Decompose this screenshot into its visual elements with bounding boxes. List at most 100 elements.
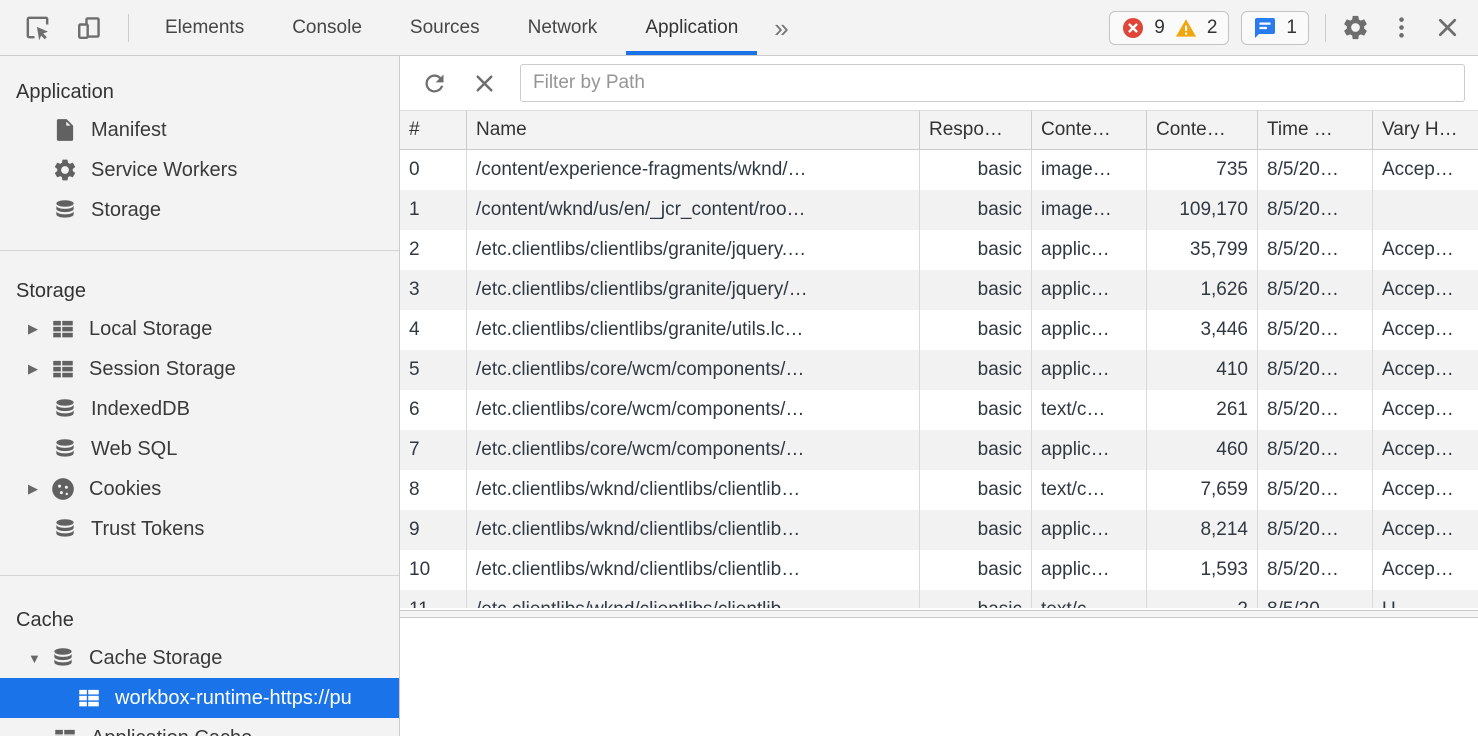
- cell-content-length: 735: [1147, 150, 1258, 190]
- cell-time-cached: 8/5/20…: [1258, 390, 1373, 430]
- sidebar-item-storage[interactable]: Storage: [0, 190, 399, 230]
- tab-console[interactable]: Console: [268, 0, 386, 55]
- sidebar-item-cache-storage[interactable]: ▼ Cache Storage: [0, 638, 399, 678]
- cell-name: /etc.clientlibs/core/wcm/components/…: [467, 350, 920, 390]
- console-messages-badge[interactable]: 1: [1241, 11, 1309, 45]
- cell-content-type: applic…: [1032, 270, 1147, 310]
- table-row[interactable]: 9/etc.clientlibs/wknd/clientlibs/clientl…: [400, 510, 1478, 550]
- error-count: 9: [1154, 17, 1165, 39]
- cell-time-cached: 8/5/20…: [1258, 550, 1373, 590]
- column-header-response-type[interactable]: Respo…: [920, 111, 1032, 149]
- sidebar-section-cache: Cache▼Cache Storageworkbox-runtime-https…: [0, 576, 399, 736]
- settings-gear-icon[interactable]: [1338, 11, 1372, 45]
- cell-content-type: applic…: [1032, 550, 1147, 590]
- sidebar-item-local-storage[interactable]: ▶Local Storage: [0, 309, 399, 349]
- sidebar-item-label: Service Workers: [91, 159, 237, 182]
- cell-index: 8: [400, 470, 467, 510]
- column-header-index[interactable]: #: [400, 111, 467, 149]
- table-row[interactable]: 4/etc.clientlibs/clientlibs/granite/util…: [400, 310, 1478, 350]
- column-header-content-type[interactable]: Conte…: [1032, 111, 1147, 149]
- sidebar-item-manifest[interactable]: Manifest: [0, 110, 399, 150]
- preview-pane: [400, 618, 1478, 736]
- sidebar: ApplicationManifest Service Workers Storag…: [0, 56, 400, 736]
- sidebar-item-session-storage[interactable]: ▶Session Storage: [0, 349, 399, 389]
- table-row[interactable]: 10/etc.clientlibs/wknd/clientlibs/client…: [400, 550, 1478, 590]
- sidebar-item-label: Storage: [91, 199, 161, 222]
- issues-badge[interactable]: 9 2: [1109, 11, 1229, 45]
- cell-time-cached: 8/5/20…: [1258, 350, 1373, 390]
- cell-index: 3: [400, 270, 467, 310]
- tab-sources[interactable]: Sources: [386, 0, 504, 55]
- cookie-icon: [50, 476, 76, 502]
- sidebar-item-workbox-runtime-https-pu[interactable]: workbox-runtime-https://pu: [0, 678, 399, 718]
- more-tabs-button[interactable]: »: [762, 0, 800, 56]
- sidebar-item-application-cache[interactable]: Application Cache: [0, 718, 399, 736]
- cell-response-type: basic: [920, 350, 1032, 390]
- table-row[interactable]: 7/etc.clientlibs/core/wcm/components/…ba…: [400, 430, 1478, 470]
- cell-content-length: 261: [1147, 390, 1258, 430]
- cell-name: /etc.clientlibs/core/wcm/components/…: [467, 430, 920, 470]
- close-devtools-icon[interactable]: [1430, 11, 1464, 45]
- cell-content-type: applic…: [1032, 430, 1147, 470]
- grid-header: #NameRespo…Conte…Conte…Time …Vary H…: [400, 110, 1478, 150]
- cell-content-type: applic…: [1032, 350, 1147, 390]
- table-row[interactable]: 1/content/wknd/us/en/_jcr_content/roo…ba…: [400, 190, 1478, 230]
- chevron-down-icon[interactable]: ▼: [28, 651, 50, 666]
- chevron-right-icon[interactable]: ▶: [28, 361, 50, 377]
- cell-content-type: applic…: [1032, 230, 1147, 270]
- tab-network[interactable]: Network: [504, 0, 622, 55]
- cell-index: 1: [400, 190, 467, 230]
- table-row[interactable]: 6/etc.clientlibs/core/wcm/components/…ba…: [400, 390, 1478, 430]
- cell-index: 4: [400, 310, 467, 350]
- cell-content-length: 2: [1147, 590, 1258, 608]
- cell-response-type: basic: [920, 590, 1032, 608]
- sidebar-item-web-sql[interactable]: Web SQL: [0, 429, 399, 469]
- table-row[interactable]: 11/etc.clientlibs/wknd/clientlibs/client…: [400, 590, 1478, 608]
- tab-strip: ElementsConsoleSourcesNetworkApplication: [141, 0, 762, 55]
- sidebar-item-label: Application Cache: [91, 727, 252, 736]
- database-icon: [50, 645, 76, 671]
- cell-content-length: 35,799: [1147, 230, 1258, 270]
- tab-elements[interactable]: Elements: [141, 0, 268, 55]
- section-title: Application: [0, 74, 399, 110]
- cell-content-length: 1,626: [1147, 270, 1258, 310]
- sidebar-item-label: Cache Storage: [89, 647, 222, 670]
- cell-content-length: 3,446: [1147, 310, 1258, 350]
- tabbar-left-icons: [0, 11, 129, 45]
- sidebar-item-trust-tokens[interactable]: Trust Tokens: [0, 509, 399, 549]
- sidebar-item-service-workers[interactable]: Service Workers: [0, 150, 399, 190]
- sidebar-section-storage: Storage▶Local Storage▶Session StorageInd…: [0, 251, 399, 576]
- database-icon: [52, 516, 78, 542]
- chevron-right-icon[interactable]: ▶: [28, 321, 50, 337]
- column-header-name[interactable]: Name: [467, 111, 920, 149]
- sidebar-item-cookies[interactable]: ▶Cookies: [0, 469, 399, 509]
- kebab-menu-icon[interactable]: [1384, 11, 1418, 45]
- table-row[interactable]: 0/content/experience-fragments/wknd/…bas…: [400, 150, 1478, 190]
- cell-response-type: basic: [920, 390, 1032, 430]
- table-row[interactable]: 8/etc.clientlibs/wknd/clientlibs/clientl…: [400, 470, 1478, 510]
- table-row[interactable]: 2/etc.clientlibs/clientlibs/granite/jque…: [400, 230, 1478, 270]
- table-row[interactable]: 5/etc.clientlibs/core/wcm/components/…ba…: [400, 350, 1478, 390]
- horizontal-splitter[interactable]: [400, 610, 1478, 618]
- cell-index: 0: [400, 150, 467, 190]
- device-toolbar-icon[interactable]: [72, 11, 106, 45]
- delete-selected-icon[interactable]: [466, 65, 502, 101]
- refresh-icon[interactable]: [416, 65, 452, 101]
- cell-content-length: 7,659: [1147, 470, 1258, 510]
- inspect-element-icon[interactable]: [20, 11, 54, 45]
- column-header-time-cached[interactable]: Time …: [1258, 111, 1373, 149]
- cell-time-cached: 8/5/20…: [1258, 310, 1373, 350]
- cell-vary-header: Accep…: [1373, 270, 1478, 310]
- cell-name: /etc.clientlibs/wknd/clientlibs/clientli…: [467, 470, 920, 510]
- chevron-right-icon[interactable]: ▶: [28, 481, 50, 497]
- error-icon: [1121, 16, 1145, 40]
- table-row[interactable]: 3/etc.clientlibs/clientlibs/granite/jque…: [400, 270, 1478, 310]
- column-header-vary-header[interactable]: Vary H…: [1373, 111, 1478, 149]
- sidebar-item-indexeddb[interactable]: IndexedDB: [0, 389, 399, 429]
- cell-vary-header: Accep…: [1373, 430, 1478, 470]
- column-header-content-length[interactable]: Conte…: [1147, 111, 1258, 149]
- cell-vary-header: Accep…: [1373, 150, 1478, 190]
- tab-application[interactable]: Application: [621, 0, 762, 55]
- filter-by-path-input[interactable]: [520, 64, 1465, 102]
- cell-time-cached: 8/5/20…: [1258, 270, 1373, 310]
